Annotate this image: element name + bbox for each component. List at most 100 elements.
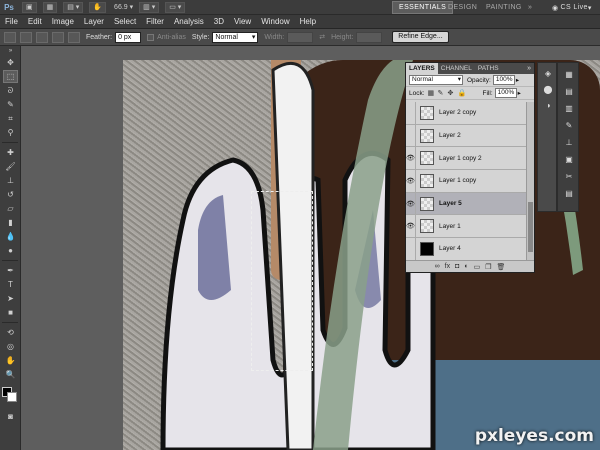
visibility-eye-icon[interactable]: 👁 [406,147,416,170]
history-panel-icon[interactable]: ▤ [562,187,576,199]
blend-mode-select[interactable]: Normal [409,75,463,85]
shape-tool-icon[interactable]: ■ [3,306,18,319]
visibility-toggle[interactable] [406,124,416,147]
mini-bridge-button[interactable]: ▦ [42,1,58,13]
type-tool-icon[interactable]: T [3,278,18,291]
color-panel-icon[interactable]: ▦ [562,68,576,80]
opacity-dropdown-icon[interactable]: ▸ [516,76,519,84]
intersect-selection-icon[interactable] [68,31,80,43]
styles-panel-icon[interactable]: ▥ [562,102,576,114]
hand-tool-button[interactable]: ✋ [89,1,107,13]
lock-image-icon[interactable]: ✎ [438,90,445,97]
zoom-level[interactable]: 66.9 ▾ [114,3,133,11]
path-selection-tool-icon[interactable]: ➤ [3,292,18,305]
layer-row[interactable]: Layer 4 [406,237,528,261]
visibility-eye-icon[interactable]: 👁 [406,215,416,238]
menu-3d[interactable]: 3D [209,17,229,26]
navigator-panel-icon[interactable]: ▣ [562,153,576,165]
new-selection-icon[interactable] [20,31,32,43]
scrollbar-thumb[interactable] [528,202,533,252]
antialias-checkbox[interactable] [147,33,155,41]
fill-dropdown-icon[interactable]: ▸ [518,89,521,97]
link-layers-icon[interactable]: ∞ [435,263,440,270]
feather-input[interactable]: 0 px [115,31,142,43]
workspace-more-button[interactable]: » [522,1,538,14]
clone-source-panel-icon[interactable]: ⊥ [562,136,576,148]
tab-channels[interactable]: CHANNEL [438,63,475,74]
workspace-painting[interactable]: PAINTING [480,1,528,14]
tab-layers[interactable]: LAYERS [406,63,438,74]
layer-style-icon[interactable]: fx [445,263,450,270]
clone-stamp-tool-icon[interactable]: ⊥ [3,174,18,187]
masks-panel-icon[interactable]: ⬤ [541,83,555,95]
workspace-design[interactable]: DESIGN [442,1,483,14]
marquee-preset-picker[interactable] [4,31,16,43]
menu-view[interactable]: View [229,17,256,26]
bridge-button[interactable]: ▣ [22,1,37,13]
lasso-tool-icon[interactable]: ᘐ [3,84,18,97]
menu-analysis[interactable]: Analysis [169,17,209,26]
layer-row[interactable]: 👁 Layer 1 [406,215,528,239]
eraser-tool-icon[interactable]: ▱ [3,202,18,215]
brushes-panel-icon[interactable]: ✎ [562,119,576,131]
new-layer-icon[interactable]: ❐ [485,263,491,271]
visibility-eye-icon[interactable]: 👁 [406,192,416,215]
move-tool-icon[interactable]: ✥ [3,56,18,69]
dodge-tool-icon[interactable]: ● [3,244,18,257]
fill-input[interactable]: 100% [494,88,517,98]
layer-row[interactable]: 👁 Layer 1 copy 2 [406,147,528,171]
healing-brush-tool-icon[interactable]: ✚ [3,146,18,159]
gradient-tool-icon[interactable]: ▮ [3,216,18,229]
hand-tool-icon[interactable]: ✋ [3,354,18,367]
adjustments-panel-icon[interactable]: ◑ [541,99,555,111]
adjustment-layer-icon[interactable]: ◐ [464,263,468,270]
pen-tool-icon[interactable]: ✒ [3,264,18,277]
rectangular-marquee-tool-icon[interactable]: ⬚ [3,70,18,83]
3d-panel-icon[interactable]: ◈ [541,67,555,79]
background-color-swatch[interactable] [7,392,17,402]
brush-tool-icon[interactable]: 🖌 [3,160,18,173]
quick-mask-icon[interactable]: ◙ [3,410,18,423]
crop-tool-icon[interactable]: ⌗ [3,112,18,125]
menu-layer[interactable]: Layer [79,17,109,26]
opacity-input[interactable]: 100% [492,75,515,85]
refine-edge-button[interactable]: Refine Edge... [392,31,449,43]
view-extras-button[interactable]: ▤ ▾ [63,1,84,13]
menu-help[interactable]: Help [295,17,321,26]
menu-edit[interactable]: Edit [23,17,47,26]
tools-presets-icon[interactable]: ✂ [562,170,576,182]
3d-orbit-tool-icon[interactable]: ◎ [3,340,18,353]
add-to-selection-icon[interactable] [36,31,48,43]
zoom-tool-icon[interactable]: 🔍 [3,368,18,381]
visibility-toggle[interactable] [406,102,416,124]
screen-mode-button[interactable]: ▭ ▾ [165,1,186,13]
cs-live-button[interactable]: ◉ CS Live ▾ [546,1,598,14]
menu-image[interactable]: Image [47,17,79,26]
layer-row-selected[interactable]: 👁 Layer 5 [406,192,528,216]
layers-scrollbar[interactable] [526,102,534,262]
tab-paths[interactable]: PATHS [475,63,502,74]
add-mask-icon[interactable]: ◘ [455,263,459,270]
menu-filter[interactable]: Filter [141,17,169,26]
style-select[interactable]: Normal [212,31,259,43]
subtract-selection-icon[interactable] [52,31,64,43]
arrange-documents-button[interactable]: ▥ ▾ [139,1,160,13]
eyedropper-tool-icon[interactable]: ⚲ [3,126,18,139]
layer-row[interactable]: Layer 2 [406,124,528,148]
layer-row[interactable]: 👁 Layer 1 copy [406,169,528,193]
width-input[interactable] [287,31,314,43]
lock-transparent-icon[interactable]: ▦ [428,90,435,97]
panel-menu-icon[interactable]: » [527,65,534,72]
swatches-panel-icon[interactable]: ▤ [562,85,576,97]
menu-select[interactable]: Select [109,17,141,26]
new-group-icon[interactable]: ▭ [474,263,481,271]
height-input[interactable] [356,31,383,43]
menu-file[interactable]: File [0,17,23,26]
swap-dimensions-icon[interactable]: ⇄ [319,33,325,41]
delete-layer-icon[interactable]: 🗑 [496,263,505,271]
history-brush-tool-icon[interactable]: ↺ [3,188,18,201]
blur-tool-icon[interactable]: 💧 [3,230,18,243]
panel-collapse-icon[interactable]: » [3,47,18,55]
visibility-toggle[interactable] [406,237,416,260]
layer-row[interactable]: Layer 2 copy [406,102,528,125]
